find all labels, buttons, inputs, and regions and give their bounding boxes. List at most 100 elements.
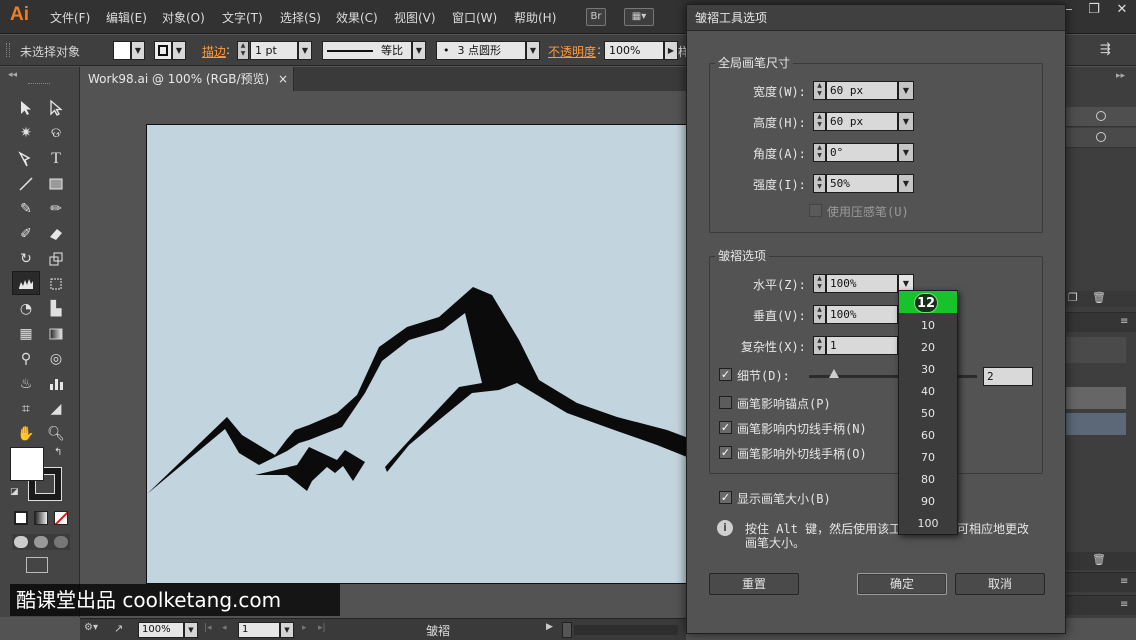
previous-artboard-icon[interactable]: ◂ bbox=[222, 623, 227, 633]
color-mode-icon[interactable] bbox=[14, 511, 28, 525]
close-tab-icon[interactable]: × bbox=[278, 67, 288, 91]
cancel-button[interactable]: 取消 bbox=[955, 573, 1045, 595]
width-field[interactable]: 60 px bbox=[826, 81, 898, 100]
menu-type[interactable]: 文字(T) bbox=[222, 9, 263, 26]
pencil-tool-icon[interactable]: ✏ bbox=[44, 198, 68, 220]
menu-select[interactable]: 选择(S) bbox=[280, 9, 321, 26]
intensity-dropdown-icon[interactable]: ▼ bbox=[898, 174, 914, 193]
panel-header[interactable]: ≡ bbox=[1066, 595, 1136, 615]
ok-button[interactable]: 确定 bbox=[857, 573, 947, 595]
rectangle-tool-icon[interactable] bbox=[44, 173, 68, 195]
arrange-documents-icon[interactable]: ▦▾ bbox=[624, 8, 654, 26]
gradient-mode-icon[interactable] bbox=[34, 511, 48, 525]
horizontal-field[interactable]: 100% bbox=[826, 274, 898, 293]
variable-width-profile[interactable]: 等比 bbox=[322, 41, 412, 60]
next-artboard-icon[interactable]: ▸ bbox=[302, 623, 307, 633]
vertical-spinner[interactable]: ▲ ▼ bbox=[813, 305, 826, 324]
new-layer-icon[interactable]: ❐ bbox=[1068, 291, 1078, 304]
menu-file[interactable]: 文件(F) bbox=[50, 9, 90, 26]
height-dropdown-icon[interactable]: ▼ bbox=[898, 112, 914, 131]
type-tool-icon[interactable]: T bbox=[44, 148, 68, 170]
artboard[interactable] bbox=[146, 124, 707, 584]
stroke-weight-dropdown-icon[interactable]: ▼ bbox=[298, 41, 312, 60]
none-mode-icon[interactable] bbox=[54, 511, 68, 525]
horizontal-scrollbar[interactable] bbox=[574, 625, 678, 635]
last-artboard-icon[interactable]: ▸| bbox=[318, 623, 326, 633]
detail-field[interactable]: 2 bbox=[983, 367, 1033, 386]
magic-wand-tool-icon[interactable]: ✷ bbox=[14, 122, 38, 144]
width-spinner[interactable]: ▲ ▼ bbox=[813, 81, 826, 100]
profile-dropdown-icon[interactable]: ▼ bbox=[412, 41, 426, 60]
menu-edit[interactable]: 编辑(E) bbox=[106, 9, 147, 26]
zoom-tool-icon[interactable]: 🔍︎ bbox=[44, 423, 68, 445]
layer-target-icon[interactable] bbox=[1096, 132, 1106, 142]
free-transform-tool-icon[interactable] bbox=[44, 273, 68, 295]
crinkle-tool-icon[interactable] bbox=[12, 271, 40, 295]
anchor-checkbox[interactable] bbox=[719, 396, 732, 409]
swatch-row[interactable] bbox=[1066, 387, 1126, 409]
panel-menu-icon[interactable]: ⇶ bbox=[1100, 42, 1111, 57]
menu-effect[interactable]: 效果(C) bbox=[336, 9, 378, 26]
menu-help[interactable]: 帮助(H) bbox=[514, 9, 556, 26]
vertical-field[interactable]: 100% bbox=[826, 305, 898, 324]
status-menu-icon[interactable]: ⚙▾ bbox=[84, 622, 106, 638]
stroke-swatch[interactable] bbox=[154, 41, 172, 60]
angle-field[interactable]: 0° bbox=[826, 143, 898, 162]
bridge-button[interactable]: Br bbox=[586, 8, 606, 26]
stroke-label[interactable]: 描边 bbox=[202, 43, 226, 60]
menu-object[interactable]: 对象(O) bbox=[162, 9, 205, 26]
complexity-field[interactable]: 1 bbox=[826, 336, 898, 355]
share-icon[interactable]: ↗ bbox=[114, 622, 123, 635]
fill-color-box[interactable] bbox=[10, 447, 44, 481]
artboard-tool-icon[interactable]: ⌗ bbox=[14, 398, 38, 420]
height-field[interactable]: 60 px bbox=[826, 112, 898, 131]
rotate-tool-icon[interactable]: ↻ bbox=[14, 248, 38, 270]
reset-button[interactable]: 重置 bbox=[709, 573, 799, 595]
dropdown-option[interactable]: 60 bbox=[899, 425, 957, 447]
paintbrush-tool-icon[interactable]: ✎ bbox=[14, 198, 38, 220]
out-handle-checkbox[interactable]: ✓ bbox=[719, 446, 732, 459]
hand-tool-icon[interactable]: ✋ bbox=[14, 423, 38, 445]
zoom-field[interactable]: 100% bbox=[138, 622, 184, 638]
dropdown-option[interactable]: 100 bbox=[899, 513, 957, 535]
perspective-grid-tool-icon[interactable]: ▙ bbox=[44, 298, 68, 320]
first-artboard-icon[interactable]: |◂ bbox=[204, 623, 212, 633]
detail-slider-thumb[interactable] bbox=[829, 369, 840, 378]
angle-dropdown-icon[interactable]: ▼ bbox=[898, 143, 914, 162]
menu-view[interactable]: 视图(V) bbox=[394, 9, 436, 26]
status-arrow-icon[interactable]: ▶ bbox=[546, 622, 553, 632]
line-tool-icon[interactable] bbox=[14, 173, 38, 195]
dropdown-option[interactable]: 70 bbox=[899, 447, 957, 469]
angle-spinner[interactable]: ▲ ▼ bbox=[813, 143, 826, 162]
layer-target-icon[interactable] bbox=[1096, 111, 1106, 121]
symbol-sprayer-tool-icon[interactable]: ♨ bbox=[14, 373, 38, 395]
swap-colors-icon[interactable]: ↰ bbox=[54, 447, 62, 458]
panel-header[interactable]: ≡ bbox=[1066, 312, 1136, 332]
layer-row[interactable] bbox=[1066, 128, 1136, 148]
slice-tool-icon[interactable]: ◢ bbox=[44, 398, 68, 420]
draw-behind-icon[interactable] bbox=[34, 536, 48, 548]
artboard-number-field[interactable]: 1 bbox=[238, 622, 280, 638]
mesh-tool-icon[interactable]: ▦ bbox=[14, 323, 38, 345]
stroke-dropdown-icon[interactable]: ▼ bbox=[172, 41, 186, 60]
direct-selection-tool-icon[interactable] bbox=[44, 97, 68, 119]
expand-panels-icon[interactable]: ▸▸ bbox=[1116, 71, 1125, 81]
eraser-tool-icon[interactable] bbox=[44, 223, 68, 245]
swatch-row[interactable] bbox=[1066, 337, 1126, 363]
default-colors-icon[interactable]: ◪ bbox=[10, 487, 19, 497]
show-brush-size-checkbox[interactable]: ✓ bbox=[719, 491, 732, 504]
fill-dropdown-icon[interactable]: ▼ bbox=[131, 41, 145, 60]
delete-layer-icon[interactable]: 🗑︎ bbox=[1092, 291, 1106, 304]
dropdown-option[interactable]: 50 bbox=[899, 403, 957, 425]
brush-dropdown-icon[interactable]: ▼ bbox=[526, 41, 540, 60]
dropdown-option[interactable]: 20 bbox=[899, 337, 957, 359]
blend-tool-icon[interactable]: ◎ bbox=[44, 348, 68, 370]
panel-menu-icon[interactable]: ≡ bbox=[1120, 576, 1128, 587]
panel-header[interactable]: ≡ bbox=[1066, 572, 1136, 592]
shape-builder-tool-icon[interactable]: ◔ bbox=[14, 298, 38, 320]
opacity-field[interactable]: 100% bbox=[604, 41, 664, 60]
lasso-tool-icon[interactable]: ଡ bbox=[44, 122, 68, 144]
column-graph-tool-icon[interactable] bbox=[44, 373, 68, 395]
zoom-dropdown-icon[interactable]: ▼ bbox=[184, 622, 198, 638]
dropdown-option-selected[interactable]: 12 bbox=[899, 291, 957, 313]
